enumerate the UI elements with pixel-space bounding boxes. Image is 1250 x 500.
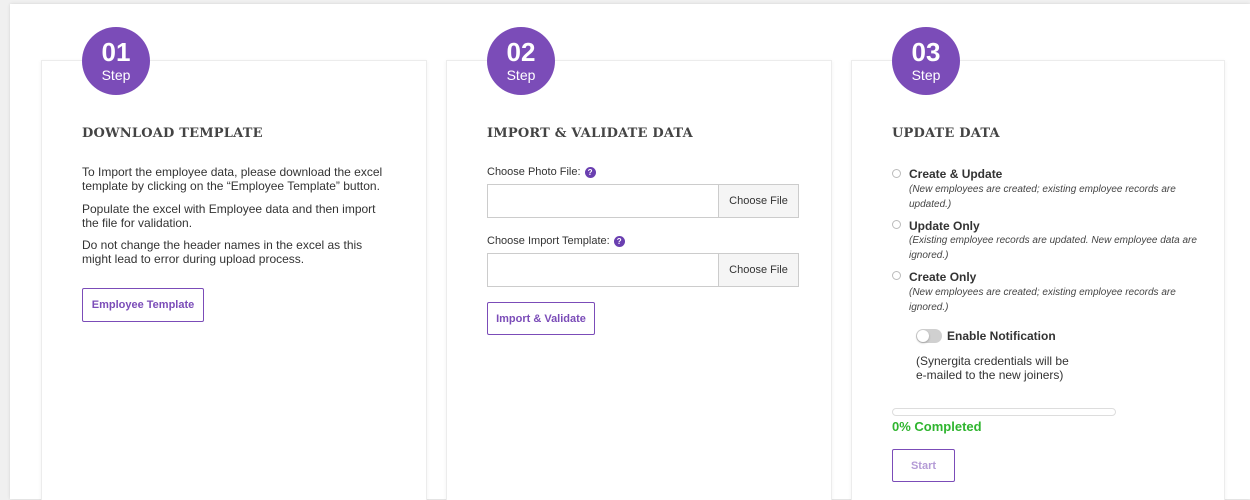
update-only-description: (Existing employee records are updated. … [909,235,1197,261]
step-number: 03 [911,37,941,67]
template-choose-file-button[interactable]: Choose File [718,254,798,286]
photo-file-label: Choose Photo File:? [487,166,596,178]
step-1-paragraph-2: Populate the excel with Employee data an… [82,202,376,230]
step-3-badge: 03 Step [892,27,960,95]
step-number: 02 [506,37,536,67]
create-update-label[interactable]: Create & Update [909,167,1002,181]
step-label: Step [101,67,131,83]
create-update-description: (New employees are created; existing emp… [909,184,1176,210]
import-template-input[interactable]: Choose File [487,253,799,287]
enable-notification-toggle[interactable] [916,329,942,343]
step-2-badge: 02 Step [487,27,555,95]
step-1-paragraph-1: To Import the employee data, please down… [82,165,383,193]
photo-choose-file-button[interactable]: Choose File [718,185,798,217]
import-template-label-text: Choose Import Template: [487,235,610,247]
create-only-description: (New employees are created; existing emp… [909,287,1176,313]
help-icon[interactable]: ? [613,235,625,247]
step-label: Step [506,67,536,83]
update-only-radio[interactable] [892,220,901,229]
step-1-badge: 01 Step [82,27,150,95]
step-1-title: DOWNLOAD TEMPLATE [82,126,263,141]
photo-file-input[interactable]: Choose File [487,184,799,218]
step-3-title: UPDATE DATA [892,126,1000,141]
create-only-label[interactable]: Create Only [909,270,976,284]
step-1-paragraph-3: Do not change the header names in the ex… [82,238,363,266]
help-icon[interactable]: ? [584,166,596,178]
step-number: 01 [101,37,131,67]
enable-notification-label: Enable Notification [947,329,1056,343]
notification-note-line-1: (Synergita credentials will be [916,354,1069,368]
progress-bar [892,408,1116,416]
progress-status: 0% Completed [892,419,982,434]
notification-note: (Synergita credentials will be e-mailed … [916,354,1116,382]
notification-note-line-2: e-mailed to the new joiners) [916,368,1064,382]
import-validate-button[interactable]: Import & Validate [487,302,595,335]
employee-template-button[interactable]: Employee Template [82,288,204,322]
update-only-label[interactable]: Update Only [909,219,980,233]
import-template-label: Choose Import Template:? [487,235,625,247]
step-2-title: IMPORT & VALIDATE DATA [487,126,693,141]
create-update-radio[interactable] [892,169,901,178]
start-button[interactable]: Start [892,449,955,482]
toggle-knob [917,330,929,342]
step-label: Step [911,67,941,83]
create-only-radio[interactable] [892,271,901,280]
photo-file-label-text: Choose Photo File: [487,166,581,178]
